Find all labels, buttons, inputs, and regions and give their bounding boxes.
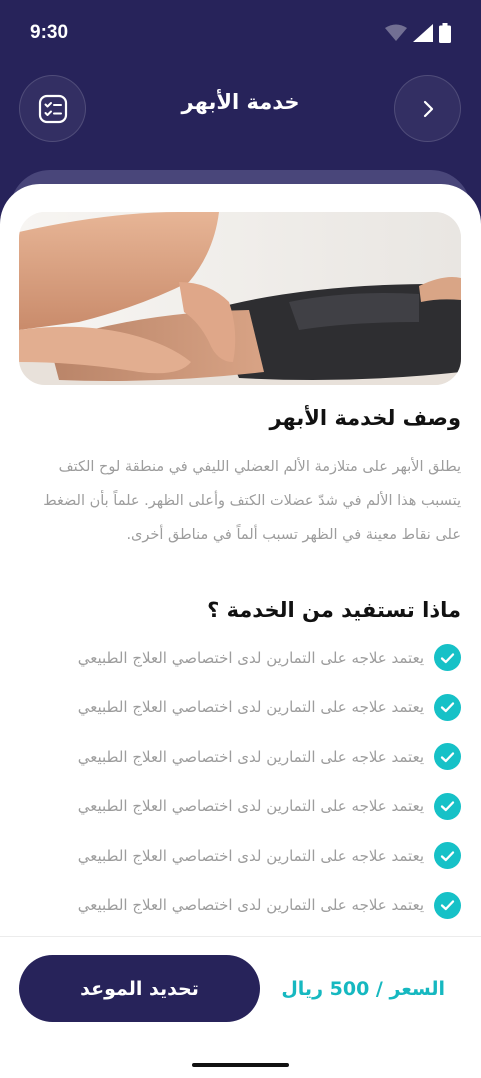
book-appointment-button[interactable]: تحديد الموعد — [19, 955, 260, 1022]
hero-image — [19, 212, 461, 385]
home-indicator — [192, 1063, 289, 1067]
check-circle-icon — [434, 644, 461, 672]
benefit-label: يعتمد علاجه على التمارين لدى اختصاصي الع… — [77, 698, 424, 717]
benefit-label: يعتمد علاجه على التمارين لدى اختصاصي الع… — [77, 747, 424, 766]
checklist-icon — [38, 94, 67, 123]
list-item: يعتمد علاجه على التمارين لدى اختصاصي الع… — [20, 732, 461, 782]
signal-icon — [413, 24, 433, 42]
list-item: يعتمد علاجه على التمارين لدى اختصاصي الع… — [20, 881, 461, 931]
benefit-label: يعتمد علاجه على التمارين لدى اختصاصي الع… — [77, 648, 424, 667]
page-title: خدمة الأبهر — [181, 90, 300, 114]
status-bar: 9:30 — [0, 0, 481, 66]
massage-photo — [19, 212, 461, 385]
list-item: يعتمد علاجه على التمارين لدى اختصاصي الع… — [20, 683, 461, 733]
check-circle-icon — [434, 693, 461, 721]
benefit-label: يعتمد علاجه على التمارين لدى اختصاصي الع… — [77, 797, 424, 816]
benefit-label: يعتمد علاجه على التمارين لدى اختصاصي الع… — [77, 896, 424, 915]
list-item: يعتمد علاجه على التمارين لدى اختصاصي الع… — [20, 831, 461, 881]
check-circle-icon — [434, 792, 461, 820]
check-circle-icon — [434, 842, 461, 870]
back-button[interactable] — [394, 75, 461, 142]
footer-divider — [0, 936, 481, 937]
list-item: يعتمد علاجه على التمارين لدى اختصاصي الع… — [20, 782, 461, 832]
chevron-right-icon — [423, 100, 433, 117]
description-title: وصف لخدمة الأبهر — [269, 406, 461, 430]
battery-icon — [439, 23, 451, 43]
checklist-button[interactable] — [19, 75, 86, 142]
description-text: يطلق الأبهر على متلازمة الألم العضلي الل… — [43, 459, 461, 543]
status-time: 9:30 — [30, 22, 69, 43]
check-circle-icon — [434, 891, 461, 919]
wifi-icon — [385, 24, 407, 41]
list-item: يعتمد علاجه على التمارين لدى اختصاصي الع… — [20, 633, 461, 683]
price-label: السعر / 500 ريال — [281, 978, 445, 1000]
benefits-list: يعتمد علاجه على التمارين لدى اختصاصي الع… — [20, 633, 461, 930]
status-icons — [385, 22, 451, 44]
benefits-title: ماذا تستفيد من الخدمة ؟ — [207, 598, 461, 622]
check-circle-icon — [434, 743, 461, 771]
benefit-label: يعتمد علاجه على التمارين لدى اختصاصي الع… — [77, 846, 424, 865]
